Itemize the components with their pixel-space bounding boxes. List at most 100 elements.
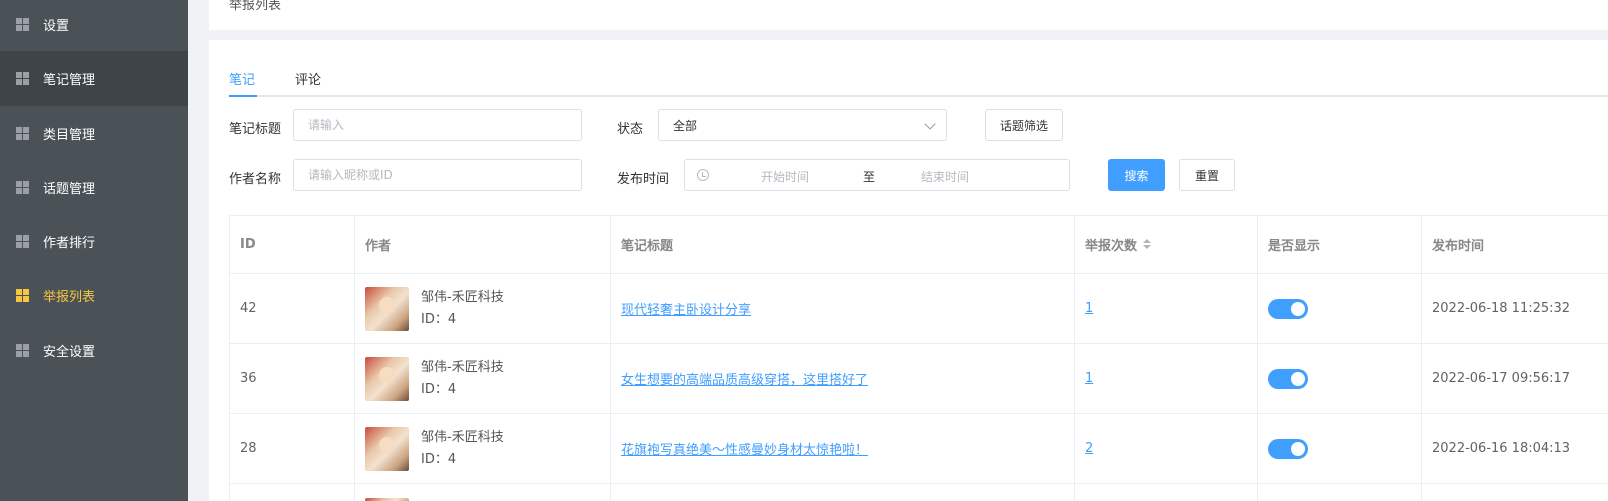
status-label: 状态 xyxy=(617,122,644,137)
cell-visible xyxy=(1258,344,1422,413)
grid-icon xyxy=(16,18,29,31)
grid-icon xyxy=(16,72,29,85)
cell-id: 42 xyxy=(230,274,355,343)
cell-title: 现代轻奢主卧设计分享 xyxy=(611,274,1075,343)
cell-time xyxy=(1422,484,1608,501)
sidebar-item-label: 设置 xyxy=(43,19,70,34)
author-id: ID：4 xyxy=(421,311,457,327)
publish-time: 2022-06-16 18:04:13 xyxy=(1432,441,1571,456)
cell-author: 邹伟-禾匠科技 ID：4 xyxy=(355,344,611,413)
header-id: ID xyxy=(230,216,355,273)
header-time: 发布时间 xyxy=(1432,239,1485,254)
sidebar-item-settings[interactable]: 设置 xyxy=(0,0,188,52)
grid-icon xyxy=(16,181,29,194)
status-select-value: 全部 xyxy=(673,118,698,133)
search-button[interactable]: 搜索 xyxy=(1108,159,1165,191)
table-row xyxy=(230,484,1608,501)
note-title-link[interactable]: 现代轻奢主卧设计分享 xyxy=(621,299,751,318)
tab-active-indicator xyxy=(229,95,257,97)
cell-visible xyxy=(1258,484,1422,501)
start-time-input[interactable]: 开始时间 xyxy=(761,168,809,185)
sidebar-item-label: 安全设置 xyxy=(43,345,96,360)
grid-icon xyxy=(16,127,29,140)
clock-icon xyxy=(697,169,709,181)
publish-time-range-picker[interactable]: 开始时间 至 结束时间 xyxy=(684,159,1070,191)
author-id: ID：4 xyxy=(421,451,457,467)
note-title-link[interactable]: 女生想要的高端品质高级穿搭，这里搭好了 xyxy=(621,369,868,388)
author-input[interactable] xyxy=(293,159,582,191)
sidebar-item-notes[interactable]: 笔记管理 xyxy=(0,51,188,106)
sidebar-item-label: 笔记管理 xyxy=(43,73,96,88)
cell-title xyxy=(611,484,1075,501)
header-author: 作者 xyxy=(355,216,611,273)
cell-id: 36 xyxy=(230,344,355,413)
report-count-link[interactable]: 1 xyxy=(1085,371,1093,386)
main-panel: 笔记 评论 笔记标题 状态 全部 话题筛选 作者名称 发布时间 开始时间 至 结… xyxy=(209,40,1608,501)
cell-title: 女生想要的高端品质高级穿搭，这里搭好了 xyxy=(611,344,1075,413)
avatar xyxy=(365,426,409,471)
header-reports[interactable]: 举报次数 xyxy=(1075,216,1258,273)
note-title-input[interactable] xyxy=(293,109,582,141)
sidebar-item-categories[interactable]: 类目管理 xyxy=(0,106,188,161)
cell-visible xyxy=(1258,414,1422,483)
header-title: 笔记标题 xyxy=(611,216,1075,273)
visibility-toggle[interactable] xyxy=(1268,298,1308,319)
visibility-toggle[interactable] xyxy=(1268,438,1308,459)
header-reports-label: 举报次数 xyxy=(1085,239,1138,254)
cell-author: 邹伟-禾匠科技 ID：4 xyxy=(355,414,611,483)
sidebar-item-topics[interactable]: 话题管理 xyxy=(0,160,188,215)
reset-button[interactable]: 重置 xyxy=(1179,159,1235,191)
cell-reports: 1 xyxy=(1075,344,1258,413)
cell-reports: 2 xyxy=(1075,414,1258,483)
cell-time: 2022-06-17 09:56:17 xyxy=(1422,344,1608,413)
sidebar-item-security[interactable]: 安全设置 xyxy=(0,323,188,378)
author-id: ID：4 xyxy=(421,381,457,397)
breadcrumb: 举报列表 xyxy=(229,0,282,13)
status-select[interactable]: 全部 xyxy=(658,109,947,141)
range-separator: 至 xyxy=(863,170,876,184)
header-visible: 是否显示 xyxy=(1258,216,1422,273)
sort-icon[interactable] xyxy=(1143,238,1152,251)
sidebar: 设置 笔记管理 类目管理 话题管理 作者排行 举报列表 安全设置 xyxy=(0,0,188,501)
table-row: 36 邹伟-禾匠科技 ID：4 女生想要的高端品质高级穿搭，这里搭好了 1 20… xyxy=(230,344,1608,414)
tabs: 笔记 评论 xyxy=(229,69,1608,97)
publish-time-label: 发布时间 xyxy=(617,172,670,187)
tab-comments[interactable]: 评论 xyxy=(295,69,321,88)
sidebar-item-author-ranking[interactable]: 作者排行 xyxy=(0,214,188,269)
author-name: 邹伟-禾匠科技 xyxy=(421,429,504,445)
sidebar-item-label: 作者排行 xyxy=(43,236,96,251)
report-count-link[interactable]: 1 xyxy=(1085,301,1093,316)
note-title-link[interactable]: 花旗袍写真绝美～性感曼妙身材太惊艳啦！ xyxy=(621,439,868,458)
table-header: ID 作者 笔记标题 举报次数 是否显示 发布时间 xyxy=(230,216,1608,274)
cell-author: 邹伟-禾匠科技 ID：4 xyxy=(355,274,611,343)
note-title-label: 笔记标题 xyxy=(229,122,282,137)
topic-filter-button[interactable]: 话题筛选 xyxy=(985,109,1063,141)
reports-table: ID 作者 笔记标题 举报次数 是否显示 发布时间 42 邹伟-禾匠科技 ID：… xyxy=(229,215,1608,501)
author-name: 邹伟-禾匠科技 xyxy=(421,359,504,375)
breadcrumb-card: 举报列表 xyxy=(209,0,1608,30)
avatar xyxy=(365,356,409,401)
publish-time: 2022-06-18 11:25:32 xyxy=(1432,301,1571,316)
visibility-toggle[interactable] xyxy=(1268,368,1308,389)
sidebar-item-reports[interactable]: 举报列表 xyxy=(0,268,188,323)
grid-icon xyxy=(16,235,29,248)
author-name: 邹伟-禾匠科技 xyxy=(421,289,504,305)
end-time-input[interactable]: 结束时间 xyxy=(921,168,969,185)
cell-time: 2022-06-16 18:04:13 xyxy=(1422,414,1608,483)
cell-id: 28 xyxy=(230,414,355,483)
grid-icon xyxy=(16,289,29,302)
report-count-link[interactable]: 2 xyxy=(1085,441,1093,456)
cell-time: 2022-06-18 11:25:32 xyxy=(1422,274,1608,343)
publish-time: 2022-06-17 09:56:17 xyxy=(1432,371,1571,386)
sidebar-item-label: 类目管理 xyxy=(43,128,96,143)
author-label: 作者名称 xyxy=(229,172,282,187)
cell-reports xyxy=(1075,484,1258,501)
table-row: 28 邹伟-禾匠科技 ID：4 花旗袍写真绝美～性感曼妙身材太惊艳啦！ 2 20… xyxy=(230,414,1608,484)
grid-icon xyxy=(16,344,29,357)
tab-notes[interactable]: 笔记 xyxy=(229,69,255,88)
avatar xyxy=(365,286,409,331)
chevron-down-icon xyxy=(924,118,936,130)
cell-id xyxy=(230,484,355,501)
cell-title: 花旗袍写真绝美～性感曼妙身材太惊艳啦！ xyxy=(611,414,1075,483)
cell-reports: 1 xyxy=(1075,274,1258,343)
